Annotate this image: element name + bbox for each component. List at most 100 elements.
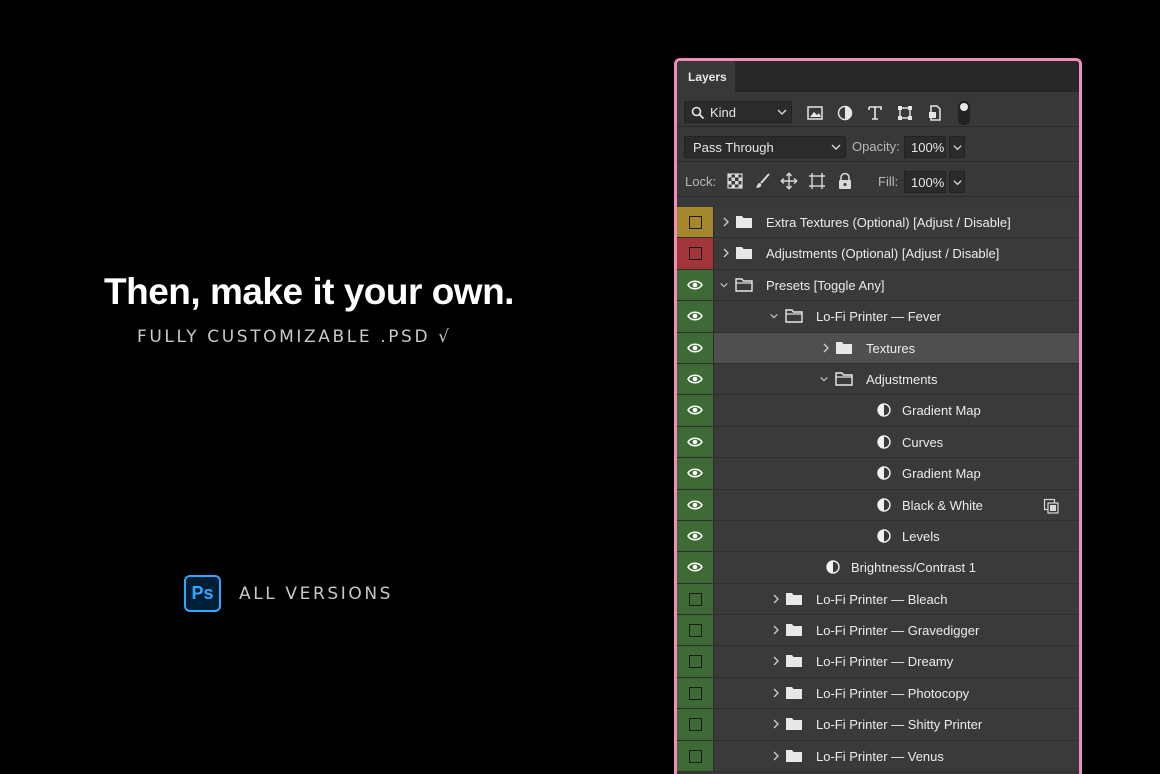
layer-name: Brightness/Contrast 1 [851,560,977,576]
type-layer-filter-icon[interactable] [866,104,884,122]
filter-kind-select[interactable]: Kind [684,101,792,123]
layer-visibility-toggle[interactable] [677,552,714,583]
layer-visibility-toggle[interactable] [677,426,714,458]
layer-name: Lo-Fi Printer — Dreamy [816,654,954,670]
layer-name: Curves [902,434,944,450]
layer-visibility-toggle[interactable] [677,677,714,709]
layer-row[interactable]: Lo-Fi Printer — Photocopy [677,677,1079,710]
layer-row[interactable]: Curves [677,426,1079,459]
chevron-down-icon [953,145,962,151]
layer-name: Lo-Fi Printer — Photocopy [816,685,970,701]
folder-icon [786,624,802,637]
opacity-input[interactable]: 100% [904,136,946,158]
layer-row[interactable]: Lo-Fi Printer — Gravedigger [677,615,1079,647]
expand-arrow-icon[interactable] [719,279,729,291]
adjustment-layer-icon [877,466,891,480]
lock-artboard-icon[interactable] [808,172,826,190]
collapse-arrow-icon[interactable] [771,655,781,667]
smart-filter-mask-icon[interactable] [1043,498,1059,514]
layer-row[interactable]: Levels [677,520,1079,553]
fill-input[interactable]: 100% [904,171,946,193]
filter-toggle[interactable] [958,101,970,125]
collapse-arrow-icon[interactable] [821,342,831,354]
layer-visibility-toggle[interactable] [677,269,714,301]
eye-icon [687,468,703,478]
layer-row[interactable]: Gradient Map [677,395,1079,427]
photoshop-logo: Ps [184,575,221,612]
eye-icon [687,311,703,321]
layer-visibility-toggle[interactable] [677,489,714,520]
layer-visibility-toggle[interactable] [677,740,714,772]
layer-visibility-toggle[interactable] [677,458,714,489]
layer-name: Lo-Fi Printer — Venus [816,748,944,764]
layer-visibility-toggle[interactable] [677,238,714,269]
layer-visibility-toggle[interactable] [677,583,714,615]
smart-object-filter-icon[interactable] [926,104,944,122]
adjustment-layer-icon [877,435,891,449]
layer-name: Black & White [902,497,983,513]
collapse-arrow-icon[interactable] [771,687,781,699]
collapse-arrow-icon[interactable] [721,247,731,259]
collapse-arrow-icon[interactable] [771,593,781,605]
layer-visibility-toggle[interactable] [677,709,714,740]
layer-row[interactable]: Extra Textures (Optional) [Adjust / Disa… [677,207,1079,239]
fill-dropdown[interactable] [949,171,965,193]
lock-all-icon[interactable] [836,172,854,190]
fill-label: Fill: [878,174,899,189]
layer-row[interactable]: Brightness/Contrast 1 [677,552,1079,584]
layer-row[interactable]: Gradient Map [677,458,1079,490]
layer-name: Lo-Fi Printer — Gravedigger [816,623,980,639]
adjustment-layer-icon [826,560,840,574]
layer-visibility-toggle[interactable] [677,207,714,238]
layer-row[interactable]: Textures [677,332,1079,364]
expand-arrow-icon[interactable] [819,373,829,385]
blend-row: Pass Through Opacity: 100% [677,127,1079,162]
folder-icon [786,592,802,605]
eye-icon [687,405,703,415]
panel-tabbar: Layers [677,61,1079,92]
layer-row[interactable]: Lo-Fi Printer — Fever [677,301,1079,333]
collapse-arrow-icon[interactable] [771,750,781,762]
shape-layer-filter-icon[interactable] [896,104,914,122]
eye-icon [687,500,703,510]
adjustment-layer-filter-icon[interactable] [836,104,854,122]
tab-layers[interactable]: Layers [677,61,735,92]
layer-row[interactable]: Lo-Fi Printer — Bleach [677,583,1079,616]
layer-row[interactable]: Adjustments (Optional) [Adjust / Disable… [677,238,1079,270]
layer-visibility-toggle[interactable] [677,646,714,677]
layer-row[interactable]: Lo-Fi Printer — Venus [677,740,1079,773]
lock-transparent-pixels-icon[interactable] [726,172,744,190]
layer-visibility-toggle[interactable] [677,615,714,646]
blend-mode-select[interactable]: Pass Through [684,136,846,158]
layer-row[interactable]: Adjustments [677,363,1079,396]
layer-row[interactable]: Black & White [677,489,1079,521]
collapse-arrow-icon[interactable] [771,718,781,730]
layer-visibility-toggle[interactable] [677,395,714,426]
collapse-arrow-icon[interactable] [771,624,781,636]
eye-icon [687,437,703,447]
chevron-down-icon [777,109,787,115]
opacity-dropdown[interactable] [949,136,965,158]
layer-row[interactable]: Lo-Fi Printer — Dreamy [677,646,1079,678]
pixel-layer-filter-icon[interactable] [806,104,824,122]
layer-visibility-toggle[interactable] [677,332,714,363]
layer-row[interactable]: Presets [Toggle Any] [677,269,1079,302]
folder-icon [736,247,752,260]
layer-visibility-toggle[interactable] [677,301,714,332]
expand-arrow-icon[interactable] [769,310,779,322]
lock-image-pixels-icon[interactable] [754,172,772,190]
layer-name: Adjustments [866,371,938,387]
folder-icon [836,341,852,354]
folder-open-icon [835,372,853,386]
visibility-box [689,718,702,732]
chevron-down-icon [953,180,962,186]
versions-label: ALL VERSIONS [239,584,394,604]
eye-icon [687,531,703,541]
collapse-arrow-icon[interactable] [721,216,731,228]
lock-position-icon[interactable] [780,172,798,190]
visibility-box [689,749,702,763]
layers-panel: Layers Kind Pass Through Opacity: 100% L… [674,58,1082,774]
layer-visibility-toggle[interactable] [677,363,714,395]
layer-row[interactable]: Lo-Fi Printer — Shitty Printer [677,709,1079,741]
layer-visibility-toggle[interactable] [677,520,714,552]
